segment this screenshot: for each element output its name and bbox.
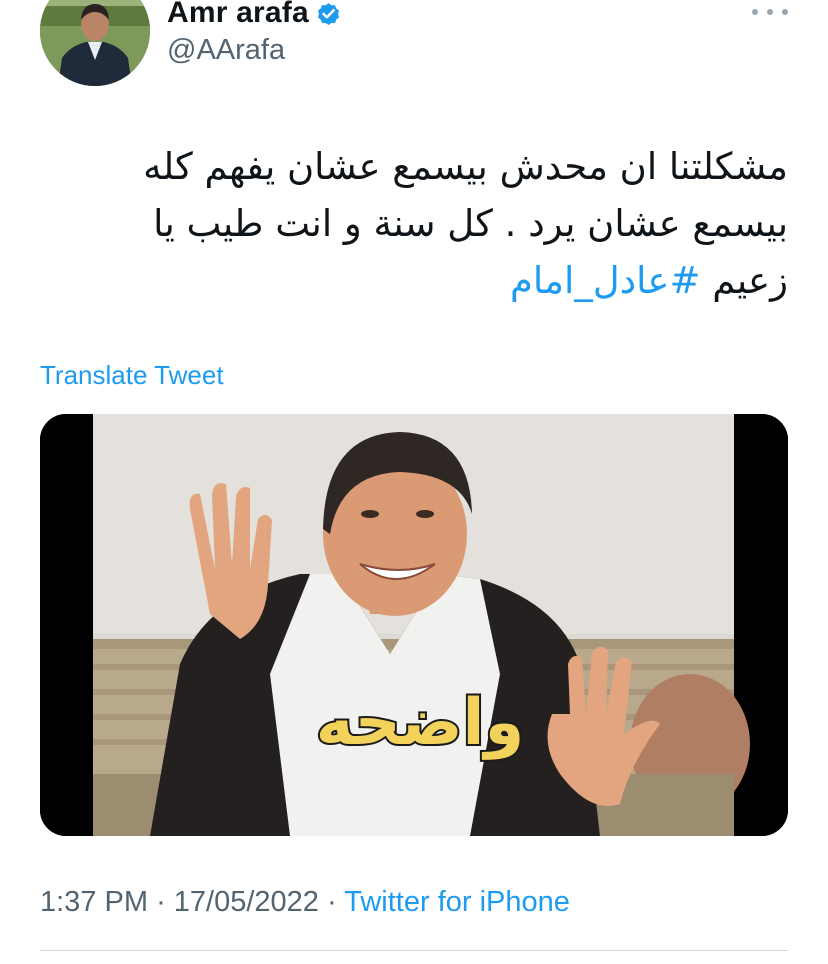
tweet-meta: 1:37 PM · 17/05/2022 · Twitter for iPhon… xyxy=(40,886,570,919)
verified-badge-icon xyxy=(317,2,339,25)
meta-separator: · xyxy=(156,886,166,918)
more-dot-icon xyxy=(767,9,773,15)
image-caption: واضحه xyxy=(316,686,525,760)
hashtag-link[interactable]: #عادل_امام xyxy=(510,259,701,302)
display-name[interactable]: Amr arafa xyxy=(167,0,342,30)
user-handle[interactable]: @AArafa xyxy=(167,34,285,67)
display-name-text: Amr arafa xyxy=(167,0,309,29)
tweet-source-link[interactable]: Twitter for iPhone xyxy=(344,886,570,918)
tweet-date[interactable]: 17/05/2022 xyxy=(174,886,319,918)
avatar[interactable] xyxy=(40,0,150,86)
tweet-time[interactable]: 1:37 PM xyxy=(40,886,148,918)
more-dot-icon xyxy=(782,9,788,15)
tweet-photo: واضحه xyxy=(40,414,788,836)
meta-separator: · xyxy=(327,886,337,918)
divider xyxy=(40,950,788,951)
more-options-button[interactable] xyxy=(752,2,788,22)
translate-tweet-link[interactable]: Translate Tweet xyxy=(40,360,224,391)
avatar-photo xyxy=(40,0,150,86)
tweet-media[interactable]: واضحه xyxy=(40,414,788,836)
tweet-text: مشكلتنا ان محدش بيسمع عشان يفهم كله بيسم… xyxy=(88,138,788,309)
more-dot-icon xyxy=(752,9,758,15)
